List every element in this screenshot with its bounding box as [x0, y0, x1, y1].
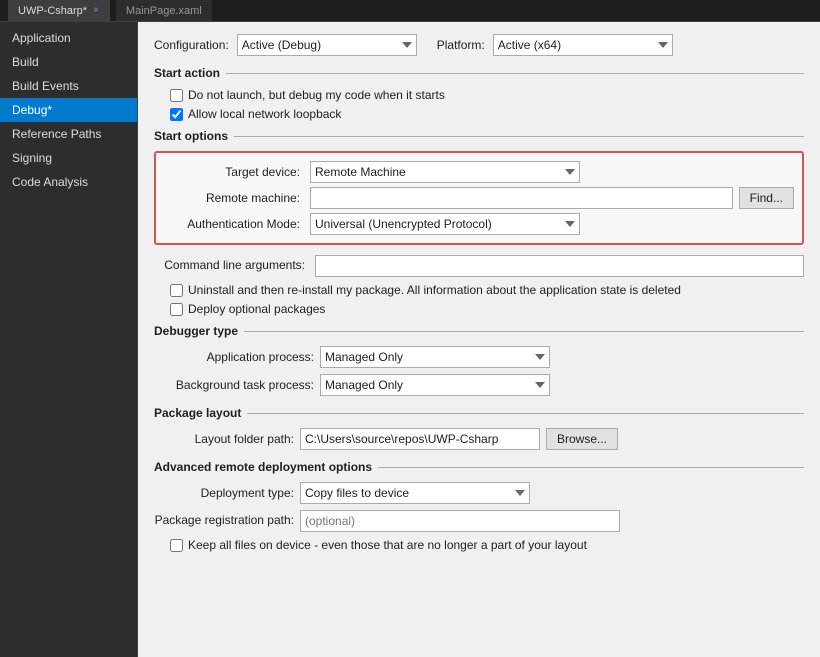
browse-button[interactable]: Browse... — [546, 428, 618, 450]
deploy-optional-label: Deploy optional packages — [188, 302, 325, 316]
platform-select[interactable]: Active (x64) x64 x86 ARM — [493, 34, 673, 56]
configuration-select[interactable]: Active (Debug) Debug Release — [237, 34, 417, 56]
package-layout-title: Package layout — [154, 406, 241, 420]
start-options-title: Start options — [154, 129, 228, 143]
tab-close-icon[interactable]: × — [93, 5, 99, 16]
advanced-remote-line — [378, 467, 804, 468]
bg-task-select[interactable]: Managed Only Native Only Mixed (Managed … — [320, 374, 550, 396]
do-not-launch-label: Do not launch, but debug my code when it… — [188, 88, 445, 102]
cmdline-row: Command line arguments: — [154, 255, 804, 277]
content-area: Configuration: Active (Debug) Debug Rele… — [138, 22, 820, 657]
advanced-remote-title: Advanced remote deployment options — [154, 460, 372, 474]
start-options-divider: Start options — [154, 129, 804, 143]
cmdline-input[interactable] — [315, 255, 804, 277]
config-platform-row: Configuration: Active (Debug) Debug Rele… — [154, 34, 804, 56]
advanced-remote-divider: Advanced remote deployment options — [154, 460, 804, 474]
sidebar-item-build[interactable]: Build — [0, 50, 137, 74]
platform-label: Platform: — [437, 38, 485, 52]
remote-machine-input[interactable] — [310, 187, 733, 209]
find-button[interactable]: Find... — [739, 187, 794, 209]
keep-files-checkbox[interactable] — [170, 539, 183, 552]
do-not-launch-row: Do not launch, but debug my code when it… — [170, 88, 804, 102]
main-layout: Application Build Build Events Debug* Re… — [0, 22, 820, 657]
app-process-row: Application process: Managed Only Native… — [154, 346, 804, 368]
app-process-label: Application process: — [154, 350, 314, 364]
start-action-divider: Start action — [154, 66, 804, 80]
uninstall-label: Uninstall and then re-install my package… — [188, 283, 681, 297]
keep-files-label: Keep all files on device - even those th… — [188, 538, 587, 552]
start-options-line — [234, 136, 804, 137]
pkg-reg-label: Package registration path: — [154, 510, 294, 527]
uninstall-checkbox[interactable] — [170, 284, 183, 297]
tab-mainpage-label: MainPage.xaml — [126, 5, 202, 17]
allow-network-checkbox[interactable] — [170, 108, 183, 121]
auth-mode-select[interactable]: Universal (Unencrypted Protocol) Windows… — [310, 213, 580, 235]
options-grid: Target device: Remote Machine Local Mach… — [164, 161, 794, 235]
uninstall-row: Uninstall and then re-install my package… — [170, 283, 804, 297]
config-label: Configuration: — [154, 38, 229, 52]
deploy-optional-checkbox[interactable] — [170, 303, 183, 316]
auth-mode-label: Authentication Mode: — [164, 217, 304, 231]
sidebar-item-debug[interactable]: Debug* — [0, 98, 137, 122]
tab-uwp-label: UWP-Csharp* — [18, 5, 87, 17]
layout-folder-label: Layout folder path: — [154, 432, 294, 446]
package-layout-divider: Package layout — [154, 406, 804, 420]
bg-task-row: Background task process: Managed Only Na… — [154, 374, 804, 396]
allow-network-label: Allow local network loopback — [188, 107, 341, 121]
debugger-type-divider: Debugger type — [154, 324, 804, 338]
start-action-title: Start action — [154, 66, 220, 80]
deployment-type-label: Deployment type: — [154, 486, 294, 500]
deployment-type-row: Deployment type: Copy files to device Re… — [154, 482, 804, 504]
title-bar: UWP-Csharp* × MainPage.xaml — [0, 0, 820, 22]
target-device-label: Target device: — [164, 165, 304, 179]
pkg-reg-input[interactable] — [300, 510, 620, 532]
deploy-optional-row: Deploy optional packages — [170, 302, 804, 316]
keep-files-row: Keep all files on device - even those th… — [170, 538, 804, 552]
cmdline-label: Command line arguments: — [154, 255, 309, 272]
allow-network-row: Allow local network loopback — [170, 107, 804, 121]
sidebar-item-application[interactable]: Application — [0, 26, 137, 50]
layout-folder-row: Layout folder path: Browse... — [154, 428, 804, 450]
start-action-line — [226, 73, 804, 74]
sidebar: Application Build Build Events Debug* Re… — [0, 22, 138, 657]
sidebar-item-reference-paths[interactable]: Reference Paths — [0, 122, 137, 146]
pkg-reg-row: Package registration path: — [154, 510, 804, 532]
app-process-select[interactable]: Managed Only Native Only Mixed (Managed … — [320, 346, 550, 368]
deployment-type-select[interactable]: Copy files to device Register from layou… — [300, 482, 530, 504]
remote-machine-label: Remote machine: — [164, 191, 304, 205]
tab-mainpage[interactable]: MainPage.xaml — [116, 0, 212, 21]
debugger-type-title: Debugger type — [154, 324, 238, 338]
do-not-launch-checkbox[interactable] — [170, 89, 183, 102]
target-device-select[interactable]: Remote Machine Local Machine Simulator — [310, 161, 580, 183]
sidebar-item-code-analysis[interactable]: Code Analysis — [0, 170, 137, 194]
sidebar-item-build-events[interactable]: Build Events — [0, 74, 137, 98]
start-options-box: Target device: Remote Machine Local Mach… — [154, 151, 804, 245]
debugger-type-line — [244, 331, 804, 332]
sidebar-item-signing[interactable]: Signing — [0, 146, 137, 170]
layout-folder-input[interactable] — [300, 428, 540, 450]
bg-task-label: Background task process: — [154, 378, 314, 392]
package-layout-line — [247, 413, 804, 414]
tab-uwp-csharp[interactable]: UWP-Csharp* × — [8, 0, 110, 21]
